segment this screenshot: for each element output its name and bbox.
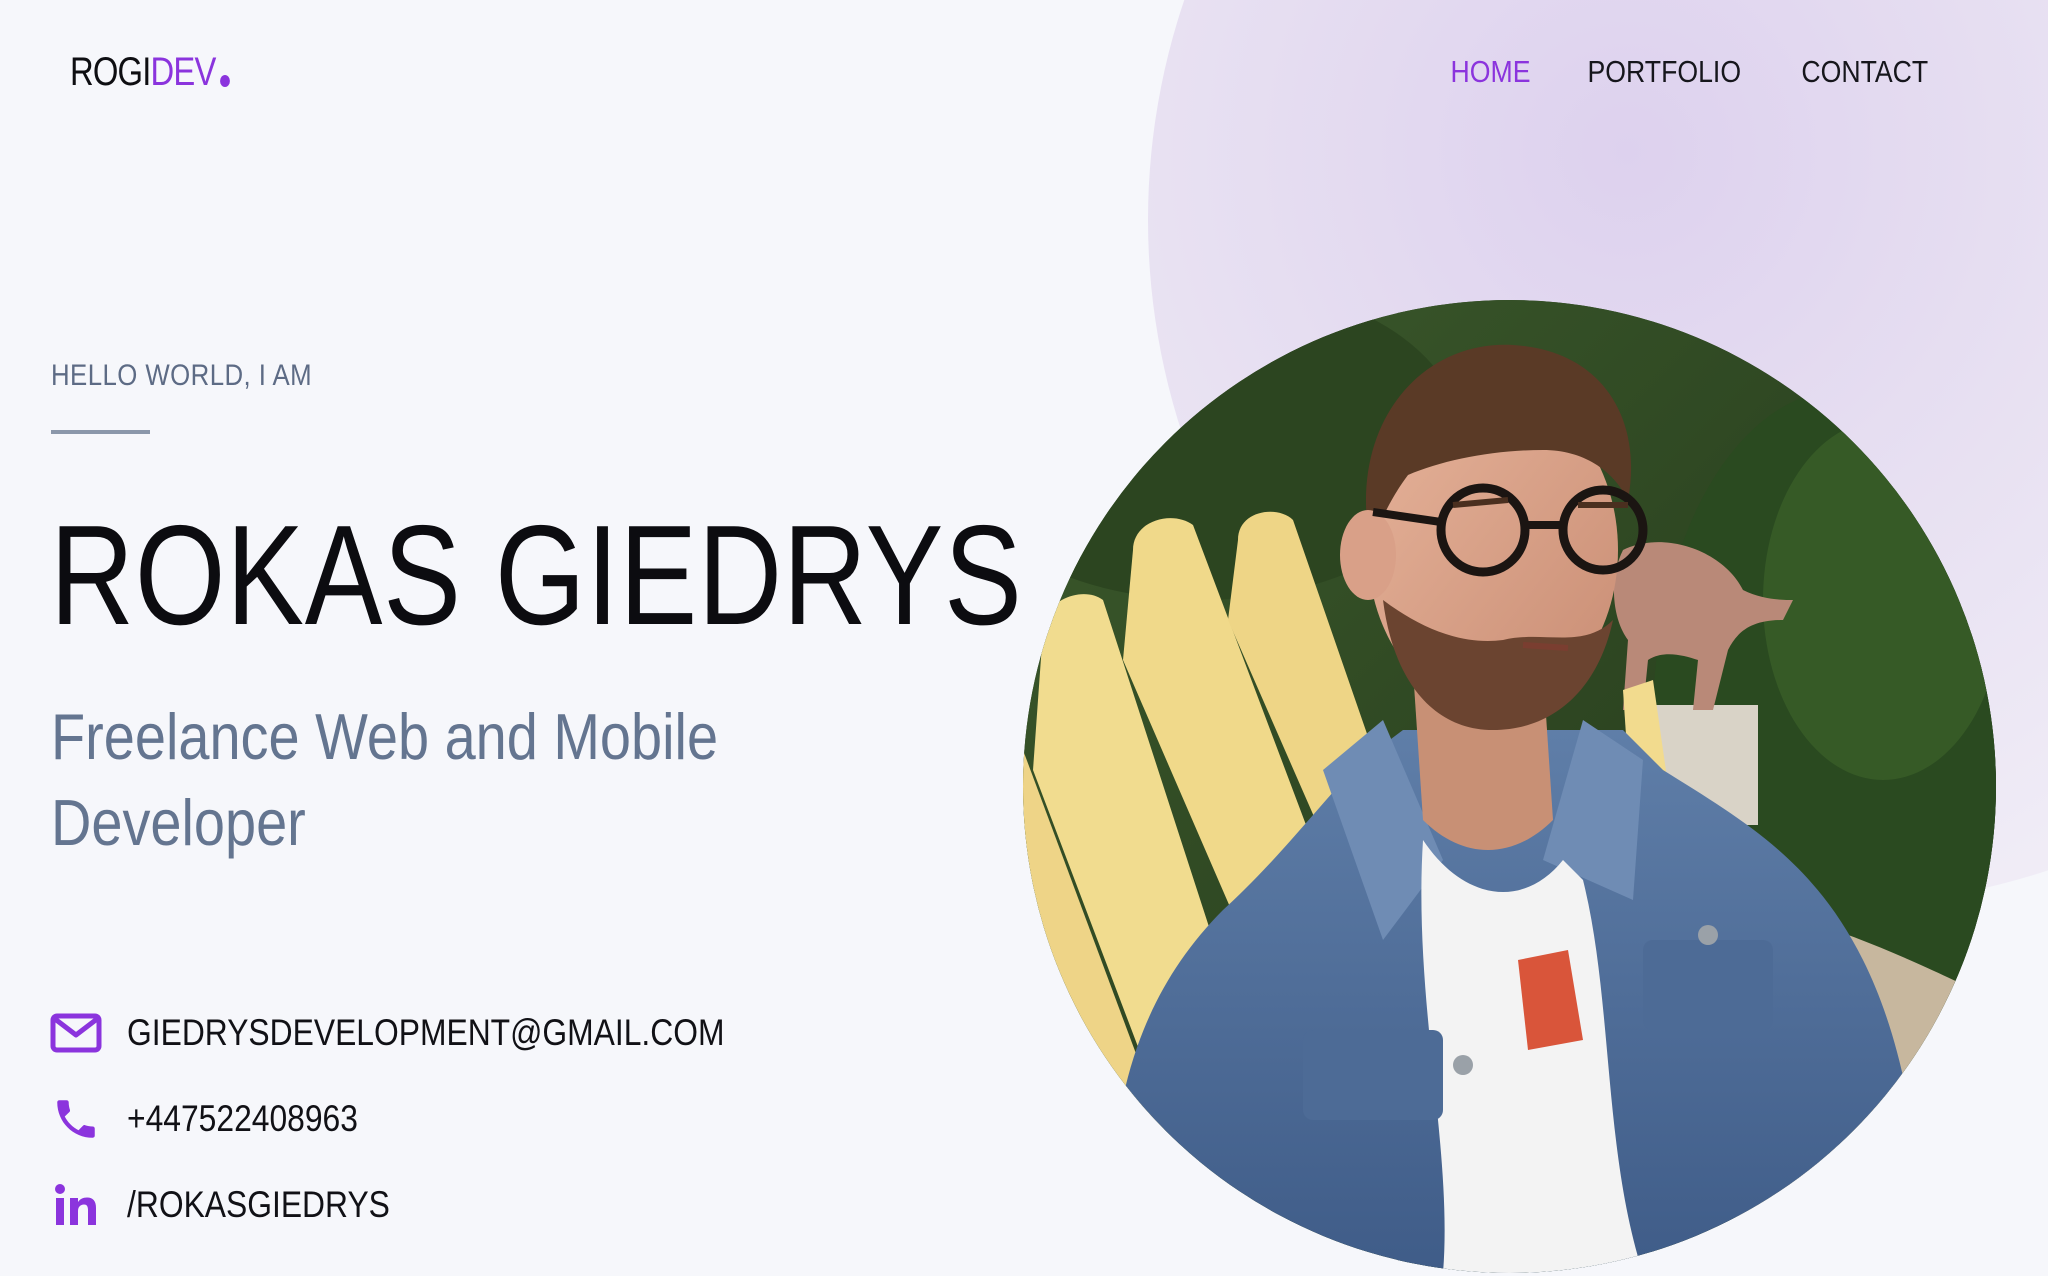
hero-eyebrow: HELLO WORLD, I AM — [51, 359, 313, 392]
hero-tagline: Freelance Web and Mobile Developer — [51, 700, 719, 859]
nav-link-contact[interactable]: CONTACT — [1802, 50, 1929, 94]
eyebrow-divider — [51, 430, 150, 434]
linkedin-link[interactable]: /ROKASGIEDRYS — [127, 1179, 390, 1231]
logo[interactable]: ROGIDEV — [70, 48, 231, 96]
nav-link-home[interactable]: HOME — [1450, 50, 1530, 94]
logo-accent-text: DEV — [150, 50, 217, 94]
contact-phone[interactable]: +447522408963 — [50, 1093, 396, 1145]
phone-icon — [50, 1093, 102, 1145]
logo-text: ROGI — [70, 50, 151, 94]
email-link[interactable]: GIEDRYSDEVELOPMENT@GMAIL.COM — [127, 1007, 725, 1059]
page: ROGIDEV HOME PORTFOLIO CONTACT HELLO WOR… — [0, 0, 2048, 1276]
contact-email[interactable]: GIEDRYSDEVELOPMENT@GMAIL.COM — [50, 1007, 822, 1059]
phone-link[interactable]: +447522408963 — [127, 1093, 358, 1145]
profile-photo-illustration — [1023, 300, 1996, 1273]
hero-name: ROKAS GIEDRYS — [50, 496, 1023, 655]
envelope-icon — [50, 1007, 102, 1059]
profile-photo — [1023, 300, 1996, 1273]
main-nav: HOME PORTFOLIO CONTACT — [1406, 50, 1939, 94]
logo-dot-icon — [220, 75, 231, 87]
linkedin-icon — [50, 1179, 102, 1231]
nav-link-portfolio[interactable]: PORTFOLIO — [1587, 50, 1741, 94]
contact-linkedin[interactable]: /ROKASGIEDRYS — [50, 1179, 433, 1231]
